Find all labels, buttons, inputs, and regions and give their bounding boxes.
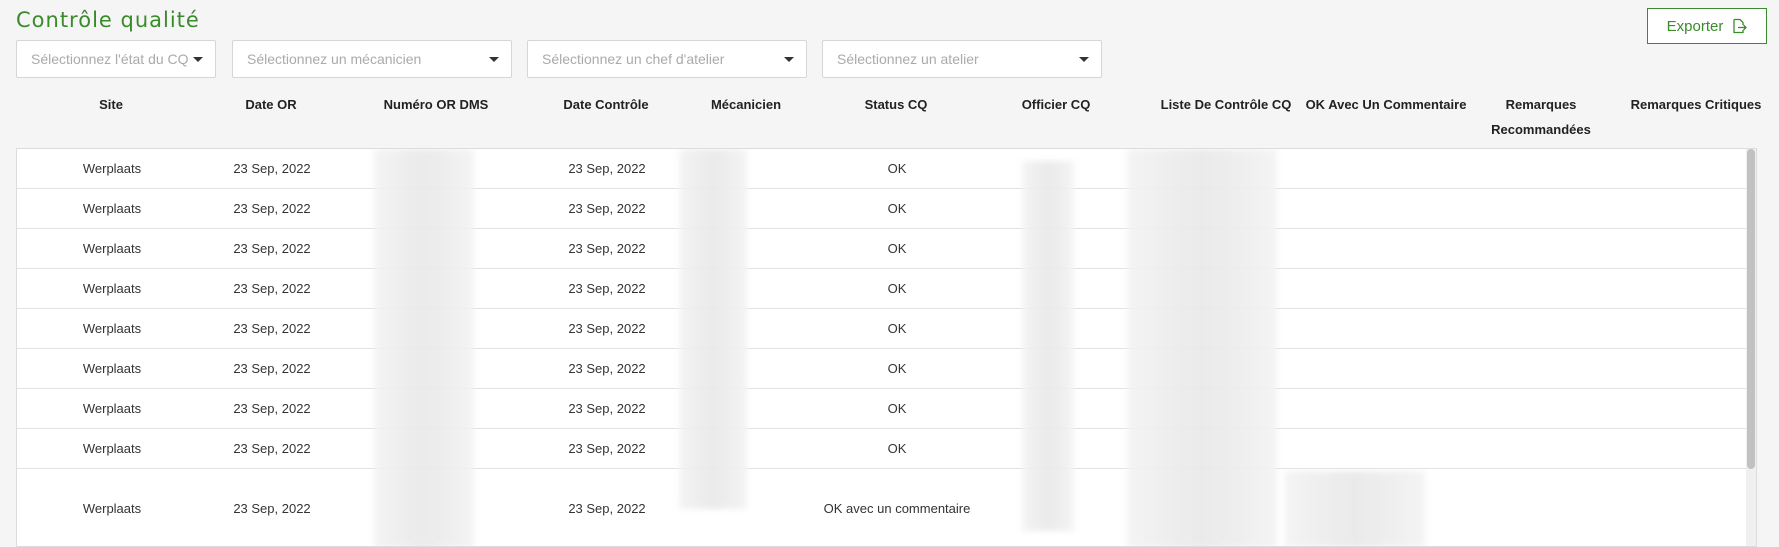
column-header-remarques-critiques[interactable]: Remarques Critiques: [1616, 92, 1776, 117]
qc-status-filter-placeholder: Sélectionnez l'état du CQ: [31, 51, 189, 67]
export-button[interactable]: Exporter: [1647, 8, 1767, 44]
cell-date-controle: 23 Sep, 2022: [568, 241, 646, 256]
cell-status-cq: OK: [887, 321, 907, 336]
cell-date-controle: 23 Sep, 2022: [568, 201, 646, 216]
cell-date-controle: 23 Sep, 2022: [568, 401, 646, 416]
cell-date-or: 23 Sep, 2022: [233, 401, 311, 416]
table-row[interactable]: Werplaats 23 Sep, 2022 23 Sep, 2022 OK a…: [17, 469, 1756, 546]
cell-site: Werplaats: [82, 201, 142, 216]
cell-date-or: 23 Sep, 2022: [233, 361, 311, 376]
cell-date-or: 23 Sep, 2022: [233, 241, 311, 256]
cell-date-controle: 23 Sep, 2022: [568, 281, 646, 296]
workshop-filter-placeholder: Sélectionnez un atelier: [837, 51, 979, 67]
chevron-down-icon: [784, 57, 794, 62]
cell-date-or: 23 Sep, 2022: [233, 500, 311, 516]
cell-site: Werplaats: [82, 361, 142, 376]
table-row[interactable]: Werplaats 23 Sep, 2022 23 Sep, 2022 OK: [17, 389, 1756, 429]
workshop-filter[interactable]: Sélectionnez un atelier: [822, 40, 1102, 78]
redacted-officier-column: [1022, 161, 1074, 531]
page-title: Contrôle qualité: [16, 8, 200, 32]
table-row[interactable]: Werplaats 23 Sep, 2022 23 Sep, 2022 OK: [17, 229, 1756, 269]
cell-status-cq: OK: [887, 441, 907, 456]
cell-status-cq: OK: [887, 401, 907, 416]
qc-table: Werplaats 23 Sep, 2022 23 Sep, 2022 OK W…: [16, 148, 1757, 547]
chevron-down-icon: [489, 57, 499, 62]
table-row[interactable]: Werplaats 23 Sep, 2022 23 Sep, 2022 OK: [17, 269, 1756, 309]
chevron-down-icon: [1079, 57, 1089, 62]
cell-site: Werplaats: [82, 401, 142, 416]
cell-date-or: 23 Sep, 2022: [233, 441, 311, 456]
export-label: Exporter: [1666, 17, 1724, 35]
table-row[interactable]: Werplaats 23 Sep, 2022 23 Sep, 2022 OK: [17, 189, 1756, 229]
cell-date-controle: 23 Sep, 2022: [568, 161, 646, 176]
cell-site: Werplaats: [82, 441, 142, 456]
mechanic-filter-placeholder: Sélectionnez un mécanicien: [247, 51, 422, 67]
table-row[interactable]: Werplaats 23 Sep, 2022 23 Sep, 2022 OK: [17, 309, 1756, 349]
column-header-officier-cq[interactable]: Officier CQ: [976, 92, 1136, 117]
cell-site: Werplaats: [82, 500, 142, 516]
cell-date-controle: 23 Sep, 2022: [568, 361, 646, 376]
cell-status-cq: OK: [887, 281, 907, 296]
redacted-liste-controle-column: [1127, 149, 1277, 546]
redacted-mecanicien-column: [679, 149, 747, 509]
export-icon: [1731, 18, 1748, 34]
column-header-mecanicien[interactable]: Mécanicien: [666, 92, 826, 117]
cell-date-or: 23 Sep, 2022: [233, 321, 311, 336]
cell-site: Werplaats: [82, 321, 142, 336]
column-header-site[interactable]: Site: [36, 92, 186, 117]
redacted-numero-or-column: [374, 149, 474, 546]
cell-date-controle: 23 Sep, 2022: [568, 500, 646, 516]
cell-site: Werplaats: [82, 241, 142, 256]
workshop-chief-filter-placeholder: Sélectionnez un chef d'atelier: [542, 51, 725, 67]
scroll-thumb[interactable]: [1747, 149, 1755, 469]
table-row[interactable]: Werplaats 23 Sep, 2022 23 Sep, 2022 OK: [17, 149, 1756, 189]
cell-status-cq: OK: [887, 361, 907, 376]
table-row[interactable]: Werplaats 23 Sep, 2022 23 Sep, 2022 OK: [17, 429, 1756, 469]
cell-status-cq: OK: [887, 241, 907, 256]
column-header-remarques-recommandees[interactable]: Remarques Recommandées: [1476, 92, 1606, 142]
mechanic-filter[interactable]: Sélectionnez un mécanicien: [232, 40, 512, 78]
table-row[interactable]: Werplaats 23 Sep, 2022 23 Sep, 2022 OK: [17, 349, 1756, 389]
cell-date-or: 23 Sep, 2022: [233, 201, 311, 216]
cell-date-or: 23 Sep, 2022: [233, 281, 311, 296]
column-header-date-or[interactable]: Date OR: [196, 92, 346, 117]
chevron-down-icon: [193, 57, 203, 62]
redacted-commentaire-cell: [1285, 471, 1425, 546]
cell-date-controle: 23 Sep, 2022: [568, 441, 646, 456]
table-header: Site Date OR Numéro OR DMS Date Contrôle…: [16, 88, 1761, 148]
cell-status-cq: OK: [887, 201, 907, 216]
cell-status-cq: OK: [887, 161, 907, 176]
cell-site: Werplaats: [82, 281, 142, 296]
column-header-ok-commentaire[interactable]: OK Avec Un Commentaire: [1286, 92, 1486, 117]
column-header-numero-or-dms[interactable]: Numéro OR DMS: [346, 92, 526, 117]
vertical-scrollbar[interactable]: [1746, 149, 1756, 546]
cell-status-cq: OK avec un commentaire: [823, 500, 971, 516]
qc-status-filter[interactable]: Sélectionnez l'état du CQ: [16, 40, 216, 78]
cell-date-controle: 23 Sep, 2022: [568, 321, 646, 336]
workshop-chief-filter[interactable]: Sélectionnez un chef d'atelier: [527, 40, 807, 78]
cell-site: Werplaats: [82, 161, 142, 176]
column-header-status-cq[interactable]: Status CQ: [816, 92, 976, 117]
cell-date-or: 23 Sep, 2022: [233, 161, 311, 176]
